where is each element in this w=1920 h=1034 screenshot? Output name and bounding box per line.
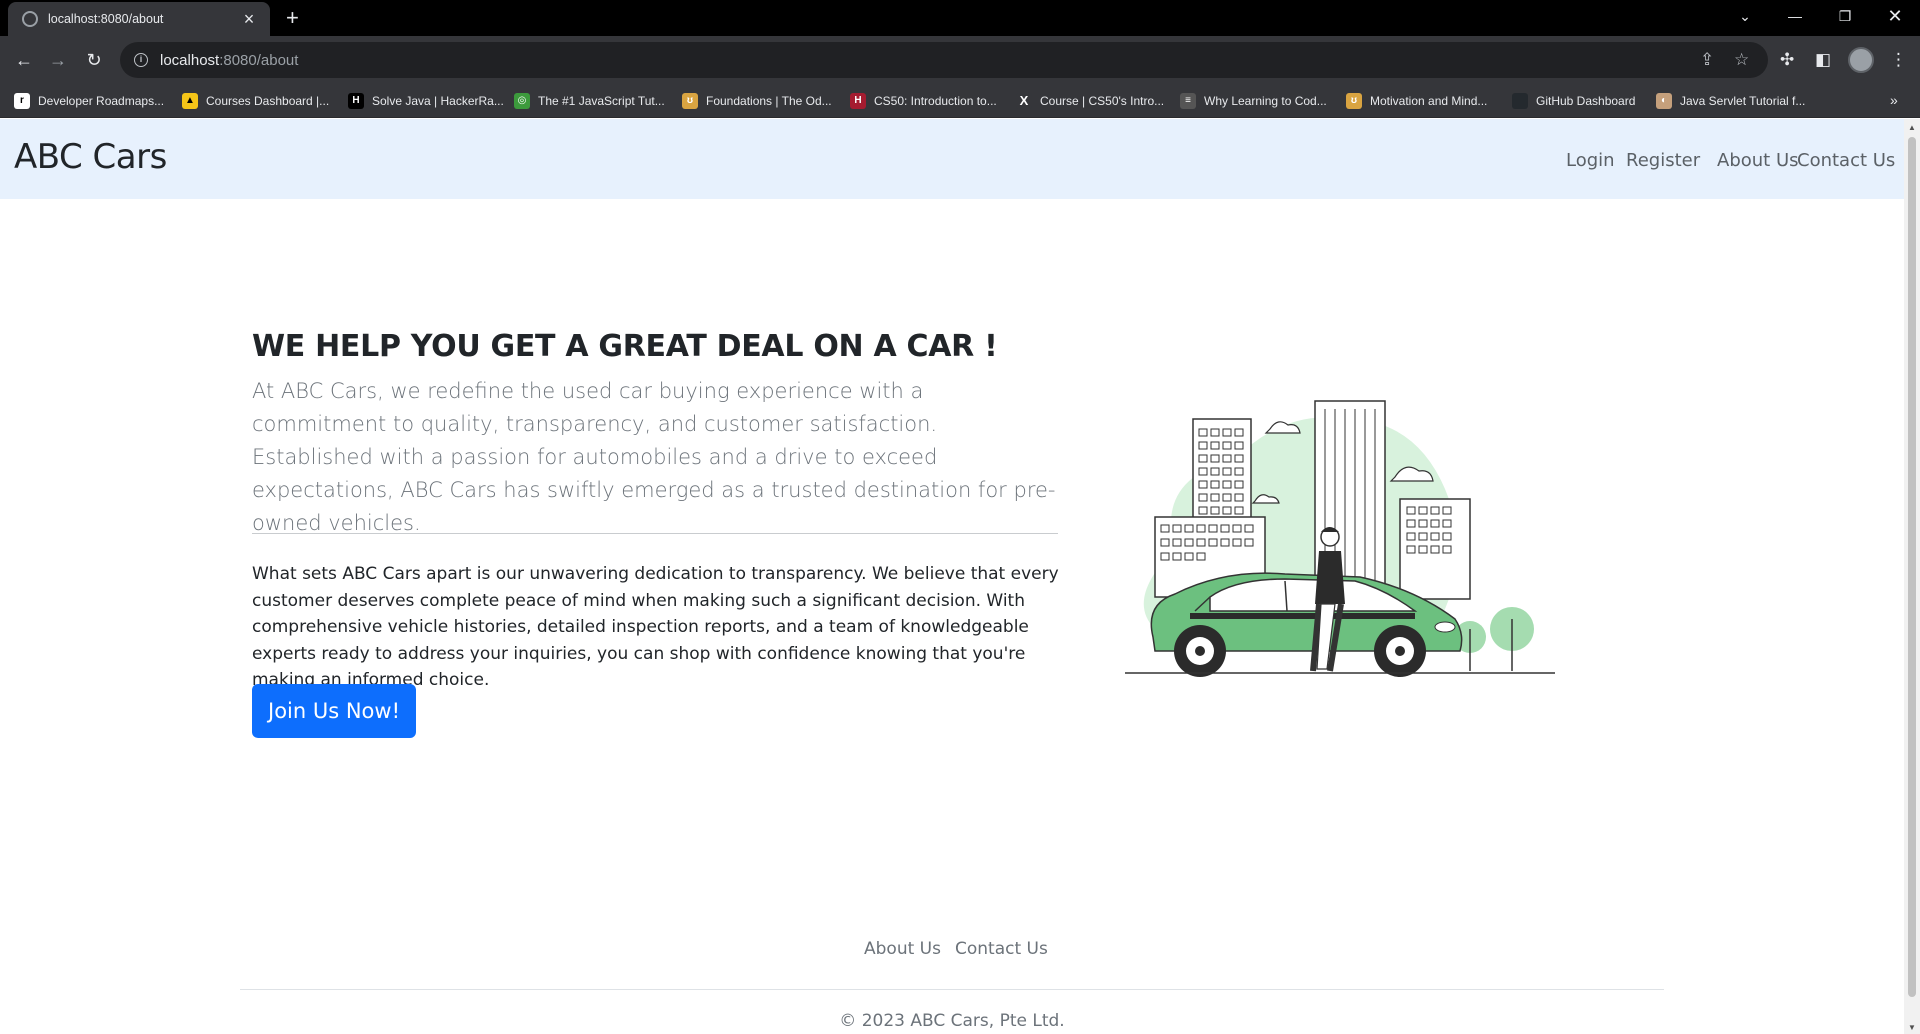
extensions-icon[interactable]: ✣ (1780, 48, 1794, 72)
footer-divider (240, 989, 1664, 990)
globe-icon (22, 11, 38, 27)
hackerrank-icon: H (348, 93, 364, 109)
brand-logo[interactable]: ABC Cars (14, 137, 167, 177)
restore-icon[interactable]: ❐ (1830, 0, 1860, 32)
bookmark-item[interactable]: ≡ Why Learning to Cod... (1180, 92, 1327, 110)
divider (252, 533, 1058, 534)
lead-paragraph: At ABC Cars, we redefine the used car bu… (252, 379, 1056, 535)
page-title: WE HELP YOU GET A GREAT DEAL ON A CAR ! (252, 329, 998, 364)
bookmark-star-icon[interactable]: ☆ (1734, 50, 1749, 70)
profile-avatar[interactable] (1848, 47, 1874, 73)
tab-close-icon[interactable]: × (238, 10, 260, 28)
share-icon[interactable]: ⇪ (1700, 50, 1714, 70)
page-viewport: ABC Cars Login Register About Us Contact… (0, 119, 1904, 1034)
minimize-icon[interactable]: — (1780, 0, 1810, 32)
article-icon: ≡ (1180, 93, 1196, 109)
github-icon (1512, 93, 1528, 109)
close-window-icon[interactable]: ✕ (1880, 0, 1910, 32)
footer-about-link[interactable]: About Us (864, 939, 941, 959)
bookmark-item[interactable]: ʊ Motivation and Mind... (1346, 92, 1487, 110)
nav-about-link[interactable]: About Us (1717, 150, 1799, 171)
courses-icon: ▲ (182, 93, 198, 109)
tab-title: localhost:8080/about (48, 12, 164, 26)
bookmark-item[interactable]: ◎ The #1 JavaScript Tut... (514, 92, 665, 110)
side-panel-icon[interactable]: ◧ (1815, 48, 1831, 72)
join-us-button[interactable]: Join Us Now! (252, 684, 416, 738)
site-navbar: ABC Cars Login Register About Us Contact… (0, 119, 1904, 199)
new-tab-icon[interactable]: + (286, 6, 299, 30)
harvard-icon: H (850, 93, 866, 109)
nav-login-link[interactable]: Login (1566, 150, 1615, 171)
bookmarks-bar: r Developer Roadmaps... ▲ Courses Dashboar… (0, 84, 1920, 118)
nav-contact-link[interactable]: Contact Us (1797, 150, 1895, 171)
javascript-info-icon: ◎ (514, 93, 530, 109)
bookmark-item[interactable]: r Developer Roadmaps... (14, 92, 164, 110)
back-icon[interactable]: ← (12, 48, 36, 72)
page-scrollbar[interactable]: ▲ ▼ (1904, 119, 1920, 1034)
odin-icon: ʊ (1346, 93, 1362, 109)
bookmark-item[interactable]: ʊ Foundations | The Od... (682, 92, 832, 110)
site-info-icon[interactable]: i (134, 53, 148, 67)
scrollbar-thumb[interactable] (1908, 137, 1916, 997)
url-text: localhost:8080/about (160, 51, 299, 69)
address-bar[interactable]: i localhost:8080/about ⇪ ☆ (120, 42, 1768, 78)
bookmark-item[interactable]: GitHub Dashboard (1512, 92, 1635, 110)
car-city-illustration (1125, 400, 1555, 677)
reload-icon[interactable]: ↻ (82, 48, 106, 72)
more-bookmarks-icon[interactable]: » (1890, 92, 1898, 108)
forward-icon[interactable]: → (46, 48, 70, 72)
bookmark-item[interactable]: H Solve Java | HackerRa... (348, 92, 504, 110)
browser-tab[interactable]: localhost:8080/about × (8, 2, 270, 36)
copyright-text: © 2023 ABC Cars, Pte Ltd. (839, 1011, 1065, 1031)
nav-register-link[interactable]: Register (1626, 150, 1700, 171)
body-paragraph: What sets ABC Cars apart is our unwaveri… (252, 564, 1059, 690)
scroll-down-arrow-icon[interactable]: ▼ (1907, 1023, 1917, 1032)
browser-toolbar: ← → ↻ i localhost:8080/about ⇪ ☆ ✣ ◧ ⋮ (0, 36, 1920, 84)
java-tutorial-icon: ◐ (1656, 93, 1672, 109)
bookmark-item[interactable]: X Course | CS50's Intro... (1016, 92, 1164, 110)
bookmark-item[interactable]: ▲ Courses Dashboard |... (182, 92, 329, 110)
footer-contact-link[interactable]: Contact Us (955, 939, 1048, 959)
scroll-up-arrow-icon[interactable]: ▲ (1907, 123, 1917, 132)
edx-icon: X (1016, 93, 1032, 109)
odin-icon: ʊ (682, 93, 698, 109)
bookmark-item[interactable]: ◐ Java Servlet Tutorial f... (1656, 92, 1805, 110)
bookmark-item[interactable]: H CS50: Introduction to... (850, 92, 997, 110)
menu-kebab-icon[interactable]: ⋮ (1890, 48, 1907, 72)
roadmap-icon: r (14, 93, 30, 109)
browser-tabbar: localhost:8080/about × + ⌄ — ❐ ✕ (0, 0, 1920, 36)
tab-search-icon[interactable]: ⌄ (1730, 0, 1760, 32)
